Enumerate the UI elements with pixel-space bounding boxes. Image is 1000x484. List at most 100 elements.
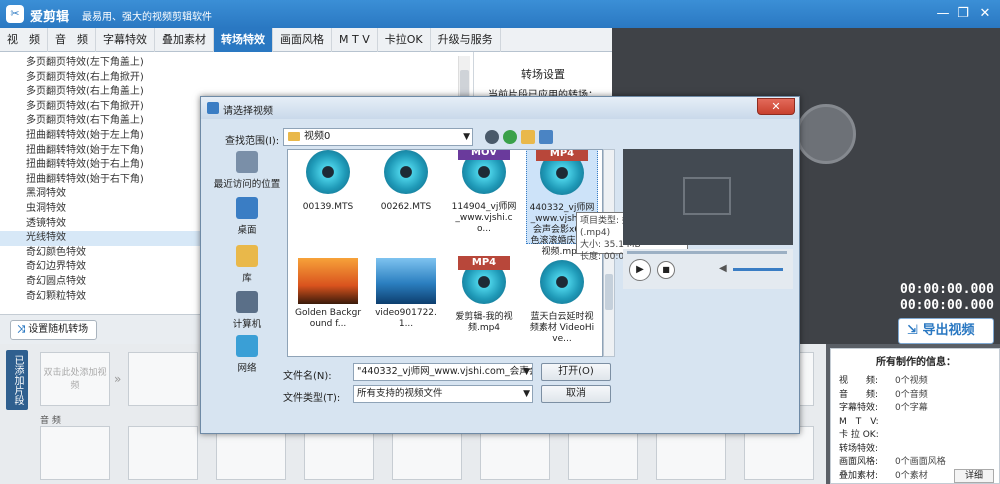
tab-karaoke[interactable]: 卡拉OK xyxy=(378,28,431,52)
info-title: 所有制作的信息： xyxy=(876,357,956,368)
file-item[interactable]: Golden Background f... xyxy=(292,254,364,354)
audio-clip-slot[interactable] xyxy=(744,426,814,480)
tab-overlay[interactable]: 叠加素材 xyxy=(155,28,214,52)
info-row: 画面风格: 0个画面风格 xyxy=(839,456,999,468)
chevron-down-icon: ▼ xyxy=(463,132,470,142)
video-file-icon xyxy=(536,256,588,308)
file-item[interactable]: video901722.1... xyxy=(370,254,442,354)
choose-video-dialog: 请选择视频 ✕ 查找范围(I): 视频0 ▼ 最近访问的位置 桌面库计算机 网络 0… xyxy=(200,96,800,434)
file-name-value: "440332_vj师网_www.vjshi.com_会声会影 xyxy=(357,366,533,377)
video-file-icon: MP4 xyxy=(458,256,510,308)
volume-slider[interactable] xyxy=(733,268,783,271)
audio-clip-slot[interactable] xyxy=(128,426,198,480)
back-icon[interactable] xyxy=(485,130,499,144)
audio-clip-slot[interactable] xyxy=(216,426,286,480)
recent-places-item[interactable]: 最近访问的位置 xyxy=(211,151,283,190)
close-button[interactable]: ✕ xyxy=(976,5,994,23)
place-label: 最近访问的位置 xyxy=(213,179,281,190)
details-button[interactable]: 详细 xyxy=(954,469,994,483)
computer-item[interactable]: 计算机 xyxy=(211,291,283,330)
info-value: 0个视频 xyxy=(895,376,928,386)
file-name: 00139.MTS xyxy=(302,202,354,212)
export-label: 导出视频 xyxy=(922,323,975,338)
dialog-app-icon xyxy=(207,102,219,114)
tab-transitions[interactable]: 转场特效 xyxy=(214,28,273,52)
minimize-button[interactable]: — xyxy=(934,5,952,23)
info-row: 视 频: 0个视频 xyxy=(839,375,999,387)
desktop-item[interactable]: 桌面 xyxy=(211,197,283,236)
file-item[interactable]: 00139.MTS xyxy=(292,150,364,244)
dialog-close-button[interactable]: ✕ xyxy=(757,98,795,115)
file-item[interactable]: MP4 爱剪辑-我的视频.mp4 xyxy=(448,254,520,354)
effect-item[interactable]: 多页翻页特效(右上角掀开) xyxy=(0,71,473,86)
play-icon[interactable]: ▶ xyxy=(629,259,651,281)
info-value: 0个画面风格 xyxy=(895,457,946,467)
audio-clip-slot[interactable] xyxy=(40,426,110,480)
export-video-button[interactable]: ⇲ 导出视频 xyxy=(898,318,994,344)
folder-icon xyxy=(288,132,300,141)
audio-clip-slot[interactable] xyxy=(656,426,726,480)
shuffle-icon: ⤨ xyxy=(17,324,25,335)
recent-places-icon xyxy=(236,151,258,173)
network-icon xyxy=(236,335,258,357)
added-clips-label: 已添加片段 xyxy=(6,350,28,410)
chevron-down-icon: ▼ xyxy=(523,389,530,399)
places-bar: 最近访问的位置 桌面库计算机网络 xyxy=(211,149,283,374)
file-type-value: 所有支持的视频文件 xyxy=(357,388,443,399)
volume-icon[interactable]: ◀ xyxy=(719,263,727,274)
place-label: 桌面 xyxy=(237,225,257,236)
network-item[interactable]: 网络 xyxy=(211,335,283,374)
audio-clip-slot[interactable] xyxy=(480,426,550,480)
preview-controls: ▶ ■ ◀ xyxy=(623,249,793,289)
file-type-dropdown[interactable]: 所有支持的视频文件 ▼ xyxy=(353,385,533,403)
tab-video[interactable]: 视 频 xyxy=(0,28,48,52)
video-thumbnail xyxy=(376,258,436,304)
audio-clip-slot[interactable] xyxy=(392,426,462,480)
audio-clip-slot[interactable] xyxy=(568,426,638,480)
effect-item[interactable]: 多页翻页特效(左下角盖上) xyxy=(0,56,473,71)
dialog-title-bar: 请选择视频 ✕ xyxy=(201,97,799,119)
up-folder-icon[interactable] xyxy=(503,130,517,144)
project-info-panel: 所有制作的信息： 视 频: 0个视频音 频: 0个音频 字幕特效: 0个字幕 M T V:… xyxy=(830,348,1000,484)
info-key: 音 频: xyxy=(839,389,879,400)
app-name: 爱剪辑 xyxy=(30,10,70,25)
preview-progress-bar[interactable] xyxy=(627,251,787,254)
file-name: Golden Background f... xyxy=(294,308,362,329)
video-file-icon xyxy=(302,150,354,198)
place-label: 计算机 xyxy=(232,319,262,330)
info-row: 音 频: 0个音频 xyxy=(839,389,999,401)
scrollbar-thumb[interactable] xyxy=(605,274,613,310)
view-menu-icon[interactable] xyxy=(539,130,553,144)
file-item[interactable]: 00262.MTS xyxy=(370,150,442,244)
file-name: 爱剪辑-我的视频.mp4 xyxy=(455,312,513,333)
libraries-item[interactable]: 库 xyxy=(211,245,283,284)
file-name-input[interactable]: "440332_vj师网_www.vjshi.com_会声会影 ▼ xyxy=(353,363,533,381)
tab-mtv[interactable]: M T V xyxy=(332,28,378,52)
tab-upgrade[interactable]: 升级与服务 xyxy=(431,28,501,52)
tab-picture-style[interactable]: 画面风格 xyxy=(273,28,332,52)
open-button[interactable]: 打开(O) xyxy=(541,363,611,381)
cancel-button[interactable]: 取消 xyxy=(541,385,611,403)
file-item[interactable]: 蓝天白云延时视频素材 VideoHive... xyxy=(526,254,598,354)
maximize-button[interactable]: ❐ xyxy=(954,5,972,23)
tab-subtitle-effects[interactable]: 字幕特效 xyxy=(96,28,155,52)
add-video-slot[interactable]: 双击此处添加视频 xyxy=(40,352,110,406)
file-item[interactable]: MOV 114904_vj师网_www.vjshi.co... xyxy=(448,150,520,244)
libraries-icon xyxy=(236,245,258,267)
video-thumbnail xyxy=(298,258,358,304)
video-file-icon: MOV xyxy=(458,150,510,198)
dialog-video-preview xyxy=(623,149,793,245)
video-clip-slot[interactable] xyxy=(128,352,198,406)
set-random-transition-button[interactable]: ⤨ 设置随机转场 xyxy=(10,320,98,340)
export-icon: ⇲ xyxy=(907,323,918,338)
chevron-down-icon: ▼ xyxy=(523,367,530,377)
info-key: 字幕特效: xyxy=(839,403,879,413)
tab-audio[interactable]: 音 频 xyxy=(48,28,96,52)
new-folder-icon[interactable] xyxy=(521,130,535,144)
random-button-label: 设置随机转场 xyxy=(28,324,89,335)
stop-icon[interactable]: ■ xyxy=(657,261,675,279)
look-in-dropdown[interactable]: 视频0 ▼ xyxy=(283,128,473,146)
desktop-icon xyxy=(236,197,258,219)
audio-clip-slot[interactable] xyxy=(304,426,374,480)
chevron-right-icon: » xyxy=(114,372,122,386)
